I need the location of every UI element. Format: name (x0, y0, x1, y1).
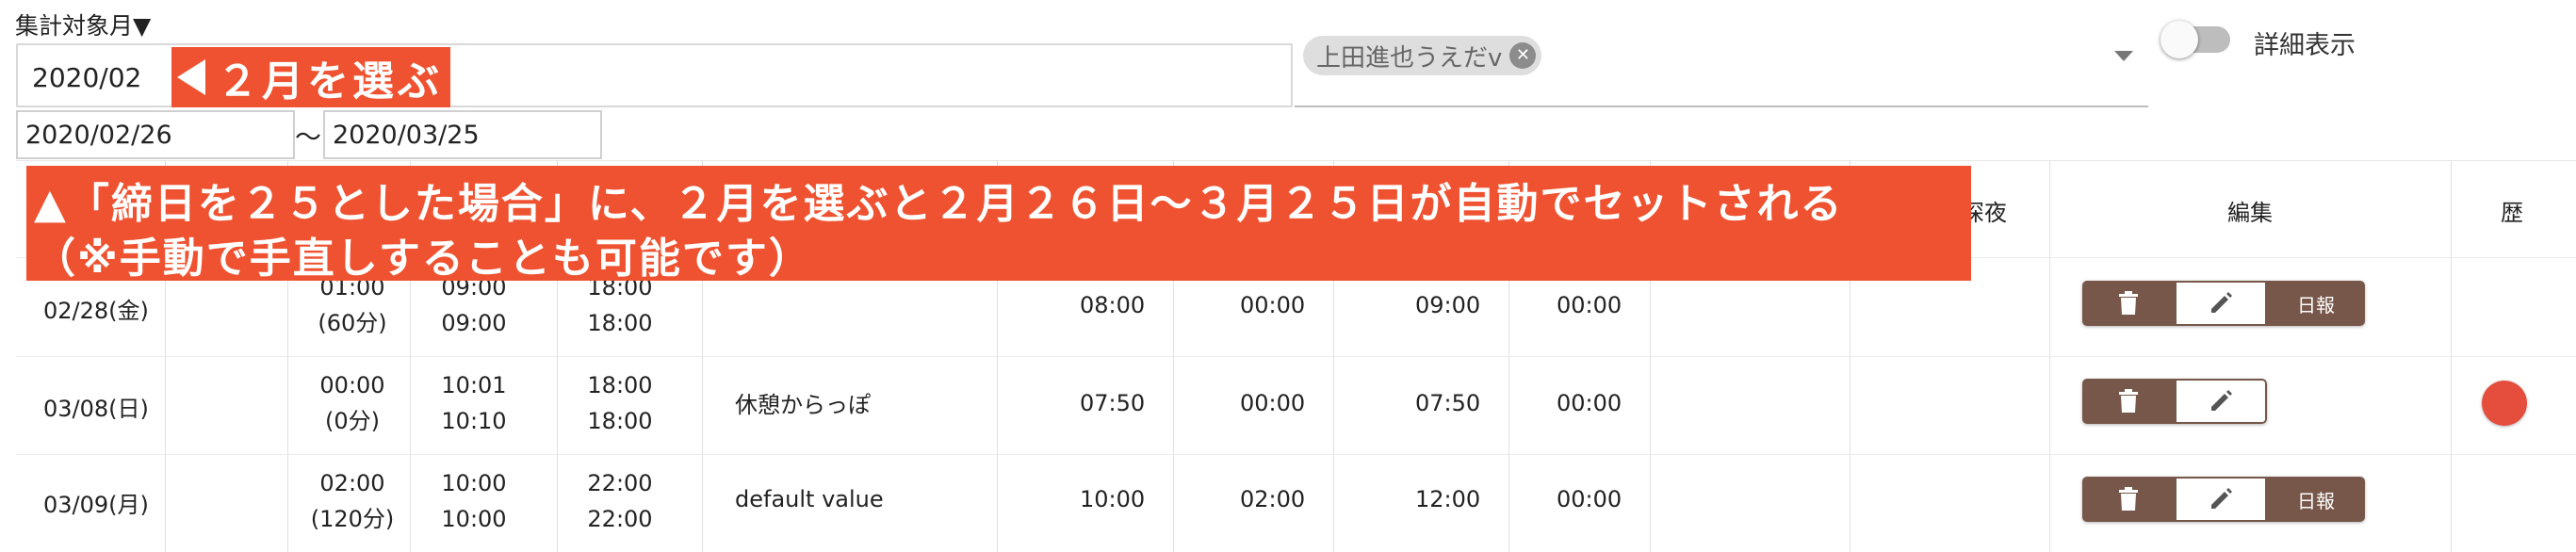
row-end-1: 22:00 (587, 470, 653, 496)
pencil-icon (2211, 292, 2232, 313)
detail-toggle-knob[interactable] (2160, 21, 2198, 58)
row-night: 00:00 (1557, 292, 1622, 318)
row-total: 09:00 (1415, 292, 1481, 318)
row-break-time: 02:00 (319, 470, 385, 496)
delete-button[interactable] (2082, 281, 2175, 326)
month-callout: ２月を選ぶ (171, 47, 450, 107)
row-total: 12:00 (1415, 486, 1481, 512)
row-divider (16, 454, 2576, 455)
month-callout-text: ２月を選ぶ (217, 57, 443, 106)
edit-button[interactable] (2175, 281, 2267, 326)
date-end-input[interactable]: 2020/03/25 (323, 110, 602, 159)
trash-icon (2119, 291, 2138, 315)
row-break: 00:00 (0分) (315, 367, 390, 439)
pencil-icon (2211, 488, 2232, 509)
date-separator: 〜 (295, 122, 322, 153)
row-start-1: 10:00 (441, 470, 507, 496)
close-icon[interactable]: ✕ (1509, 42, 1537, 69)
row-overtime: 00:00 (1240, 390, 1306, 416)
row-start-2: 10:00 (441, 506, 507, 532)
row-break: 02:00 (120分) (309, 465, 396, 537)
row-divider (16, 356, 2576, 357)
edit-button[interactable] (2175, 477, 2267, 522)
row-break-minutes: (60分) (318, 310, 387, 336)
row-start-1: 10:01 (441, 372, 507, 398)
row-date: 02/28(金) (43, 298, 149, 324)
row-start-2: 09:00 (441, 310, 507, 336)
left-arrow-icon (177, 59, 205, 95)
daily-report-button[interactable]: 日報 (2267, 281, 2365, 326)
annotation-banner-line2: （※手動で手直しすることも可能です） (34, 235, 812, 283)
header-history: 歴 (2501, 200, 2523, 226)
row-overtime: 00:00 (1240, 292, 1306, 318)
row-end: 22:00 22:00 (582, 465, 658, 537)
row-work: 08:00 (1080, 292, 1146, 318)
row-start: 10:01 10:10 (436, 367, 512, 439)
row-overtime: 02:00 (1240, 486, 1306, 512)
user-chip-label: 上田進也うえだv (1316, 43, 1503, 73)
pencil-icon (2211, 390, 2232, 411)
row-end: 18:00 18:00 (582, 367, 658, 439)
row-start-2: 10:10 (441, 408, 507, 434)
chevron-down-icon[interactable] (2114, 51, 2133, 61)
edit-button[interactable] (2175, 379, 2267, 424)
row-date: 03/09(月) (43, 492, 149, 518)
row-start: 10:00 10:00 (436, 465, 512, 537)
month-label[interactable]: 集計対象月▼ (15, 8, 151, 41)
row-work: 10:00 (1080, 486, 1146, 512)
trash-icon (2119, 487, 2138, 511)
row-actions: 日報 (2082, 477, 2365, 522)
row-date: 03/08(日) (43, 396, 149, 422)
history-indicator[interactable] (2482, 381, 2527, 426)
header-edit: 編集 (2227, 200, 2273, 226)
row-break-minutes: (120分) (310, 506, 395, 532)
row-actions: 日報 (2082, 281, 2365, 326)
row-memo: 休憩からっぽ (735, 392, 871, 418)
row-night: 00:00 (1557, 390, 1622, 416)
row-end-2: 22:00 (587, 506, 653, 532)
annotation-banner-line1: ▲「締日を２５とした場合」に、２月を選ぶと２月２６日〜３月２５日が自動でセットさ… (34, 180, 1844, 228)
delete-button[interactable] (2082, 477, 2175, 522)
detail-toggle-label: 詳細表示 (2254, 31, 2356, 60)
row-end-1: 18:00 (587, 372, 653, 398)
row-work: 07:50 (1080, 390, 1146, 416)
row-memo: default value (735, 486, 884, 512)
trash-icon (2119, 389, 2138, 413)
month-value: 2020/02 (32, 62, 142, 93)
delete-button[interactable] (2082, 379, 2175, 424)
row-total: 07:50 (1415, 390, 1481, 416)
daily-report-button[interactable]: 日報 (2267, 477, 2365, 522)
date-start-input[interactable]: 2020/02/26 (16, 110, 295, 159)
row-break-minutes: (0分) (325, 408, 380, 434)
user-chip[interactable]: 上田進也うえだv ✕ (1303, 36, 1542, 75)
row-end-2: 18:00 (587, 408, 653, 434)
row-break-time: 00:00 (319, 372, 385, 398)
row-actions (2082, 379, 2267, 424)
row-end-2: 18:00 (587, 310, 653, 336)
row-night: 00:00 (1557, 486, 1622, 512)
